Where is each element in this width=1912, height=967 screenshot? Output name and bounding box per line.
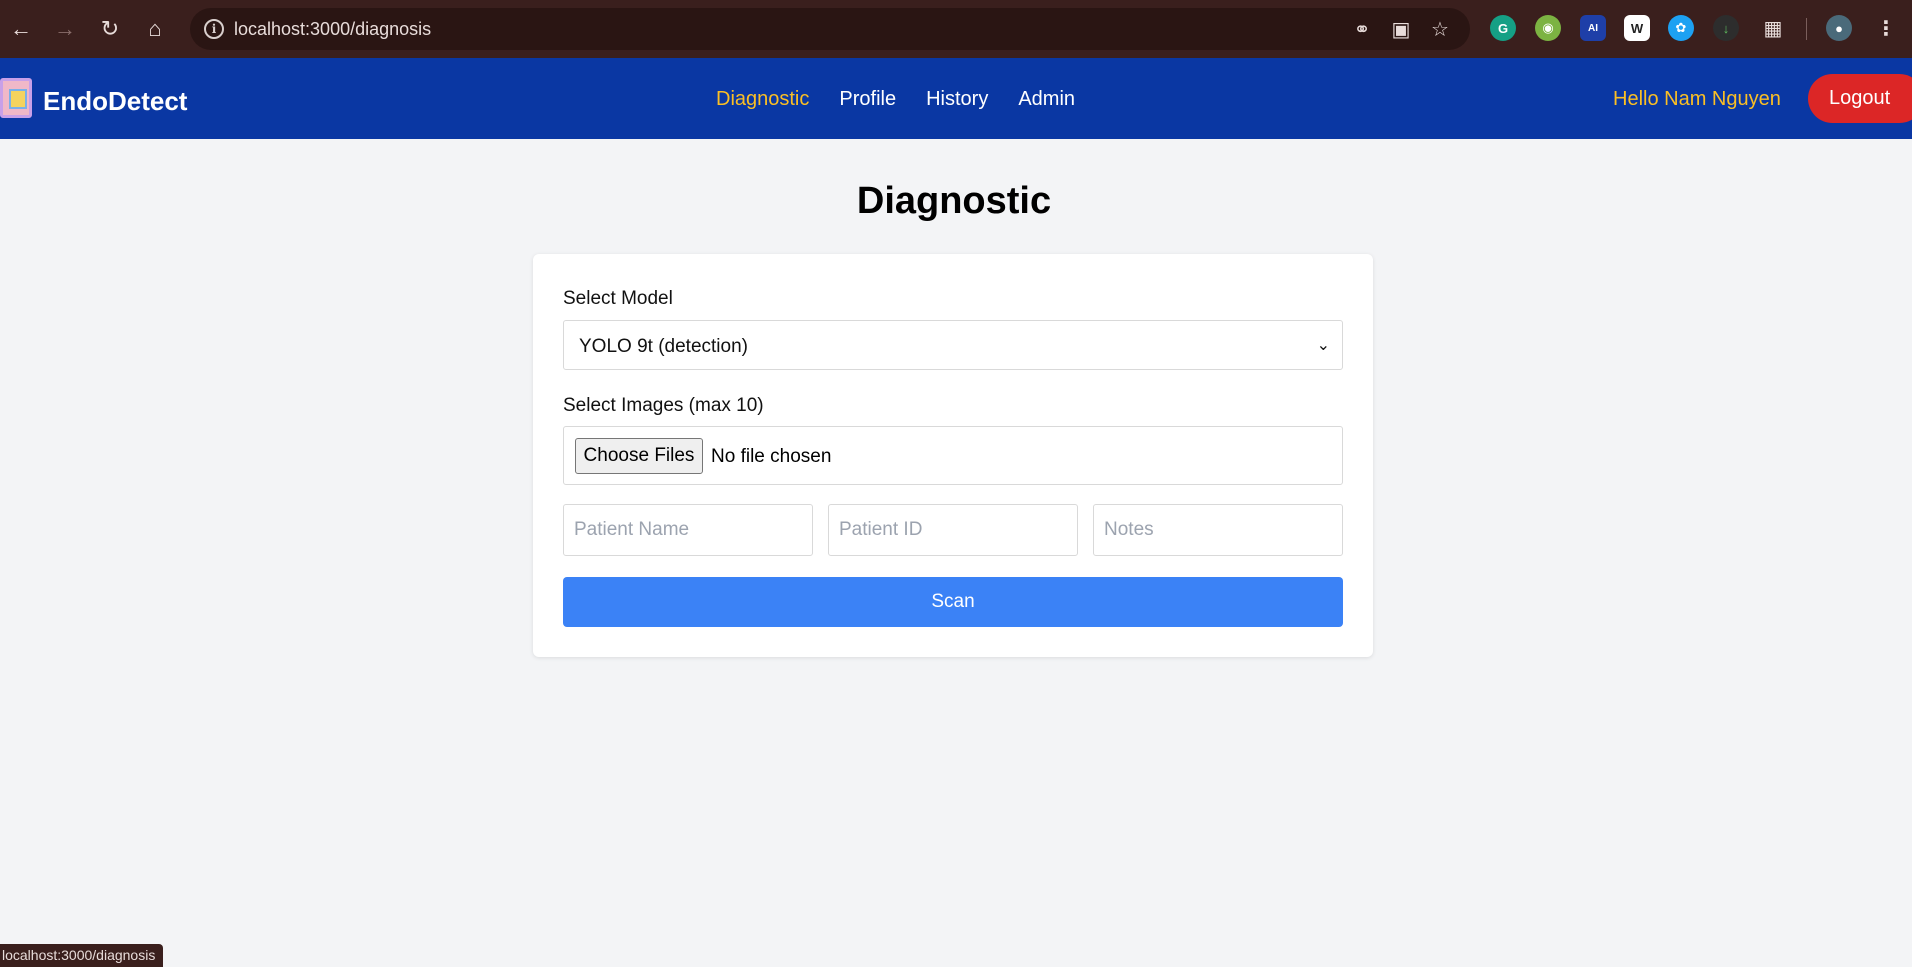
file-status-text: No file chosen	[711, 446, 832, 467]
patient-id-input[interactable]	[828, 504, 1078, 556]
forward-icon[interactable]: →	[48, 12, 82, 46]
diagnosis-form-card: Select Model YOLO 9t (detection) ⌄ Selec…	[533, 254, 1373, 657]
download-extension-icon[interactable]: ↓	[1713, 15, 1739, 41]
robot-extension-icon[interactable]: ◉	[1535, 15, 1561, 41]
status-bar-url: localhost:3000/diagnosis	[0, 944, 164, 967]
reload-icon[interactable]: ↻	[93, 12, 127, 46]
nav-diagnostic[interactable]: Diagnostic	[716, 88, 809, 111]
brand-name[interactable]: EndoDetect	[43, 86, 187, 117]
scan-button[interactable]: Scan	[563, 577, 1343, 627]
ai-extension-icon[interactable]: AI	[1580, 15, 1606, 41]
nav-admin[interactable]: Admin	[1018, 88, 1075, 111]
blue-leaf-extension-icon[interactable]: ✿	[1668, 15, 1694, 41]
main-nav: Diagnostic Profile History Admin	[716, 88, 1075, 111]
choose-files-button[interactable]: Choose Files	[575, 438, 703, 474]
app-logo-icon[interactable]	[0, 78, 32, 118]
logout-button[interactable]: Logout	[1808, 74, 1912, 123]
nav-profile[interactable]: Profile	[839, 88, 896, 111]
toolbar-divider	[1806, 18, 1807, 40]
bookmark-star-icon[interactable]: ☆	[1428, 17, 1452, 41]
model-select[interactable]: YOLO 9t (detection) ⌄	[563, 320, 1343, 370]
site-info-icon[interactable]: i	[204, 19, 224, 39]
nav-history[interactable]: History	[926, 88, 988, 111]
w-extension-icon[interactable]: W	[1624, 15, 1650, 41]
address-url[interactable]: localhost:3000/diagnosis	[234, 19, 431, 40]
profile-avatar-icon[interactable]: ●	[1826, 15, 1852, 41]
install-app-icon[interactable]: ▣	[1389, 17, 1413, 41]
chevron-down-icon: ⌄	[1316, 337, 1330, 354]
model-label: Select Model	[563, 288, 673, 309]
notes-input[interactable]	[1093, 504, 1343, 556]
address-bar[interactable]: i localhost:3000/diagnosis ⚭ ▣ ☆	[190, 8, 1470, 50]
more-menu-icon[interactable]: ⋮	[1873, 15, 1899, 41]
extensions-puzzle-icon[interactable]: ▦	[1760, 15, 1786, 41]
user-greeting: Hello Nam Nguyen	[1613, 88, 1781, 110]
home-icon[interactable]: ⌂	[138, 12, 172, 46]
browser-toolbar: ← → ↻ ⌂ i localhost:3000/diagnosis ⚭ ▣ ☆…	[0, 0, 1912, 58]
patient-name-input[interactable]	[563, 504, 813, 556]
password-key-icon[interactable]: ⚭	[1350, 17, 1374, 41]
back-icon[interactable]: ←	[4, 12, 38, 46]
page-title: Diagnostic	[856, 180, 1052, 222]
image-file-input[interactable]: Choose Files No file chosen	[563, 426, 1343, 485]
grammarly-extension-icon[interactable]: G	[1490, 15, 1516, 41]
images-label: Select Images (max 10)	[563, 395, 764, 416]
app-header: EndoDetect Diagnostic Profile History Ad…	[0, 58, 1912, 139]
model-select-value: YOLO 9t (detection)	[579, 336, 748, 357]
